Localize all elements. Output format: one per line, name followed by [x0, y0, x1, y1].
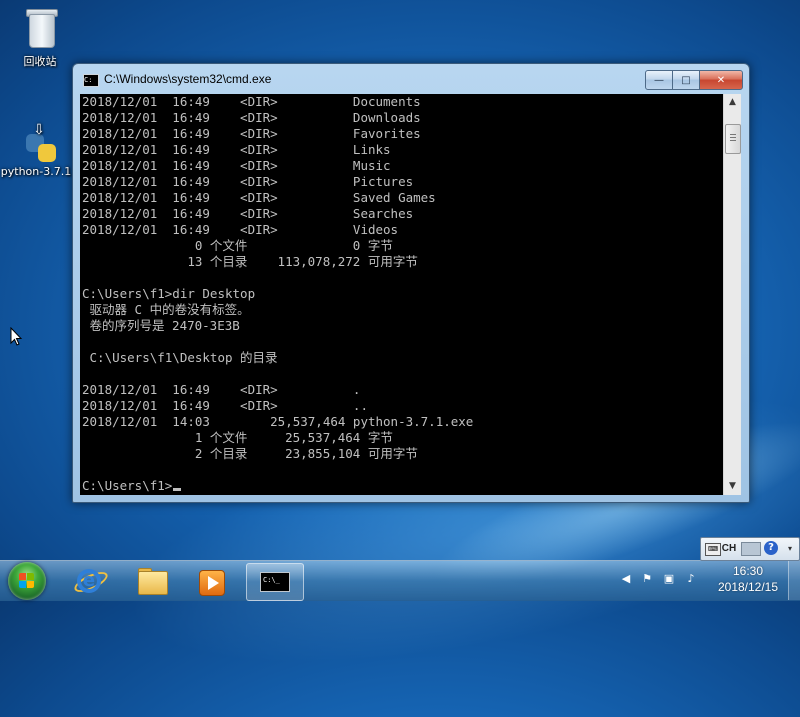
console-line: 2018/12/01 16:49 <DIR> Music	[82, 158, 391, 173]
desktop-icon-label: 回收站	[23, 55, 57, 68]
console-line: 2 个目录 23,855,104 可用字节	[82, 446, 418, 461]
vertical-scrollbar[interactable]: ▲ ▼	[723, 94, 741, 495]
scroll-up-arrow-icon[interactable]: ▲	[724, 94, 741, 111]
window-title: C:\Windows\system32\cmd.exe	[104, 72, 272, 86]
system-clock[interactable]: 16:30 2018/12/15	[700, 563, 796, 595]
console-line: 1 个文件 25,537,464 字节	[82, 430, 393, 445]
desktop-icon-label: python-3.7.1	[0, 165, 72, 178]
minimize-button[interactable]: —	[645, 70, 673, 90]
console-line: 2018/12/01 14:03 25,537,464 python-3.7.1…	[82, 414, 474, 429]
clock-date: 2018/12/15	[717, 580, 779, 594]
console-line: 2018/12/01 16:49 <DIR> Videos	[82, 222, 399, 237]
console-line: 2018/12/01 16:49 <DIR> Downloads	[82, 110, 421, 125]
keyboard-icon[interactable]: ⌨	[705, 543, 721, 556]
cmd-icon: C:	[83, 74, 99, 87]
console-line: 0 个文件 0 字节	[82, 238, 393, 253]
console-line: 2018/12/01 16:49 <DIR> Favorites	[82, 126, 421, 141]
recycle-bin-icon	[20, 6, 60, 50]
console-prompt-line[interactable]: C:\Users\f1>	[82, 478, 182, 494]
help-icon[interactable]: ?	[764, 541, 778, 555]
start-button[interactable]	[8, 562, 46, 600]
mouse-pointer-icon	[10, 327, 23, 346]
console-output[interactable]: 2018/12/01 16:49 <DIR> Documents 2018/12…	[80, 94, 723, 495]
desktop-icon-python-installer[interactable]: ⇩ python-3.7.1	[0, 118, 74, 178]
console-line: 2018/12/01 16:49 <DIR> Documents	[82, 94, 421, 109]
console-line: C:\Users\f1>dir Desktop	[82, 286, 256, 301]
minimize-icon: —	[654, 74, 664, 86]
console-line: 驱动器 C 中的卷没有标签。	[82, 302, 250, 317]
close-button[interactable]: ✕	[699, 70, 743, 90]
close-icon: ✕	[716, 74, 726, 86]
console-line: 2018/12/01 16:49 <DIR> ..	[82, 398, 368, 413]
text-cursor	[173, 488, 182, 491]
console-line: C:\Users\f1\Desktop 的目录	[82, 350, 278, 365]
maximize-button[interactable]: □	[673, 70, 699, 90]
scroll-down-arrow-icon[interactable]: ▼	[724, 478, 741, 495]
options-menu-icon[interactable]: ▾	[785, 541, 795, 556]
taskbar-cmd[interactable]: C:\_	[246, 563, 304, 601]
taskbar-internet-explorer[interactable]: e	[61, 563, 117, 599]
network-icon[interactable]: ▣	[662, 572, 676, 586]
console-line: 2018/12/01 16:49 <DIR> Saved Games	[82, 190, 436, 205]
console-line: 卷的序列号是 2470-3E3B	[82, 318, 240, 333]
taskbar-media-player[interactable]	[183, 563, 239, 599]
window-controls: — □ ✕	[645, 70, 743, 90]
desktop-icon-recycle-bin[interactable]: 回收站	[2, 6, 78, 69]
cmd-icon: C:\_	[260, 572, 290, 592]
language-bar: ⌨ CH ? ▾	[700, 537, 800, 561]
scrollbar-thumb[interactable]	[725, 124, 741, 154]
python-installer-icon: ⇩	[16, 118, 56, 162]
console-line: 2018/12/01 16:49 <DIR> Links	[82, 142, 391, 157]
console-prompt: C:\Users\f1>	[82, 478, 173, 493]
taskbar: e C:\_	[0, 560, 800, 601]
console-line: 13 个目录 113,078,272 可用字节	[82, 254, 418, 269]
console-line: 2018/12/01 16:49 <DIR> .	[82, 382, 361, 397]
clock-time: 16:30	[732, 564, 764, 578]
folder-icon	[138, 571, 168, 595]
console-line: 2018/12/01 16:49 <DIR> Pictures	[82, 174, 414, 189]
windows-logo-icon	[19, 573, 35, 589]
volume-icon[interactable]: ♪	[684, 572, 698, 586]
cmd-window: C: C:\Windows\system32\cmd.exe — □ ✕ 201…	[72, 63, 750, 503]
input-language[interactable]: CH	[721, 541, 737, 556]
show-desktop-button[interactable]	[788, 561, 800, 600]
input-pad-icon[interactable]	[741, 542, 761, 556]
maximize-icon: □	[681, 74, 691, 86]
taskbar-windows-explorer[interactable]	[123, 563, 179, 599]
show-hidden-icons-icon[interactable]: ◀	[619, 572, 633, 586]
action-center-flag-icon[interactable]: ⚑	[640, 572, 654, 586]
console-line: 2018/12/01 16:49 <DIR> Searches	[82, 206, 414, 221]
media-player-icon	[199, 570, 225, 596]
window-titlebar[interactable]: C: C:\Windows\system32\cmd.exe — □ ✕	[73, 64, 749, 94]
